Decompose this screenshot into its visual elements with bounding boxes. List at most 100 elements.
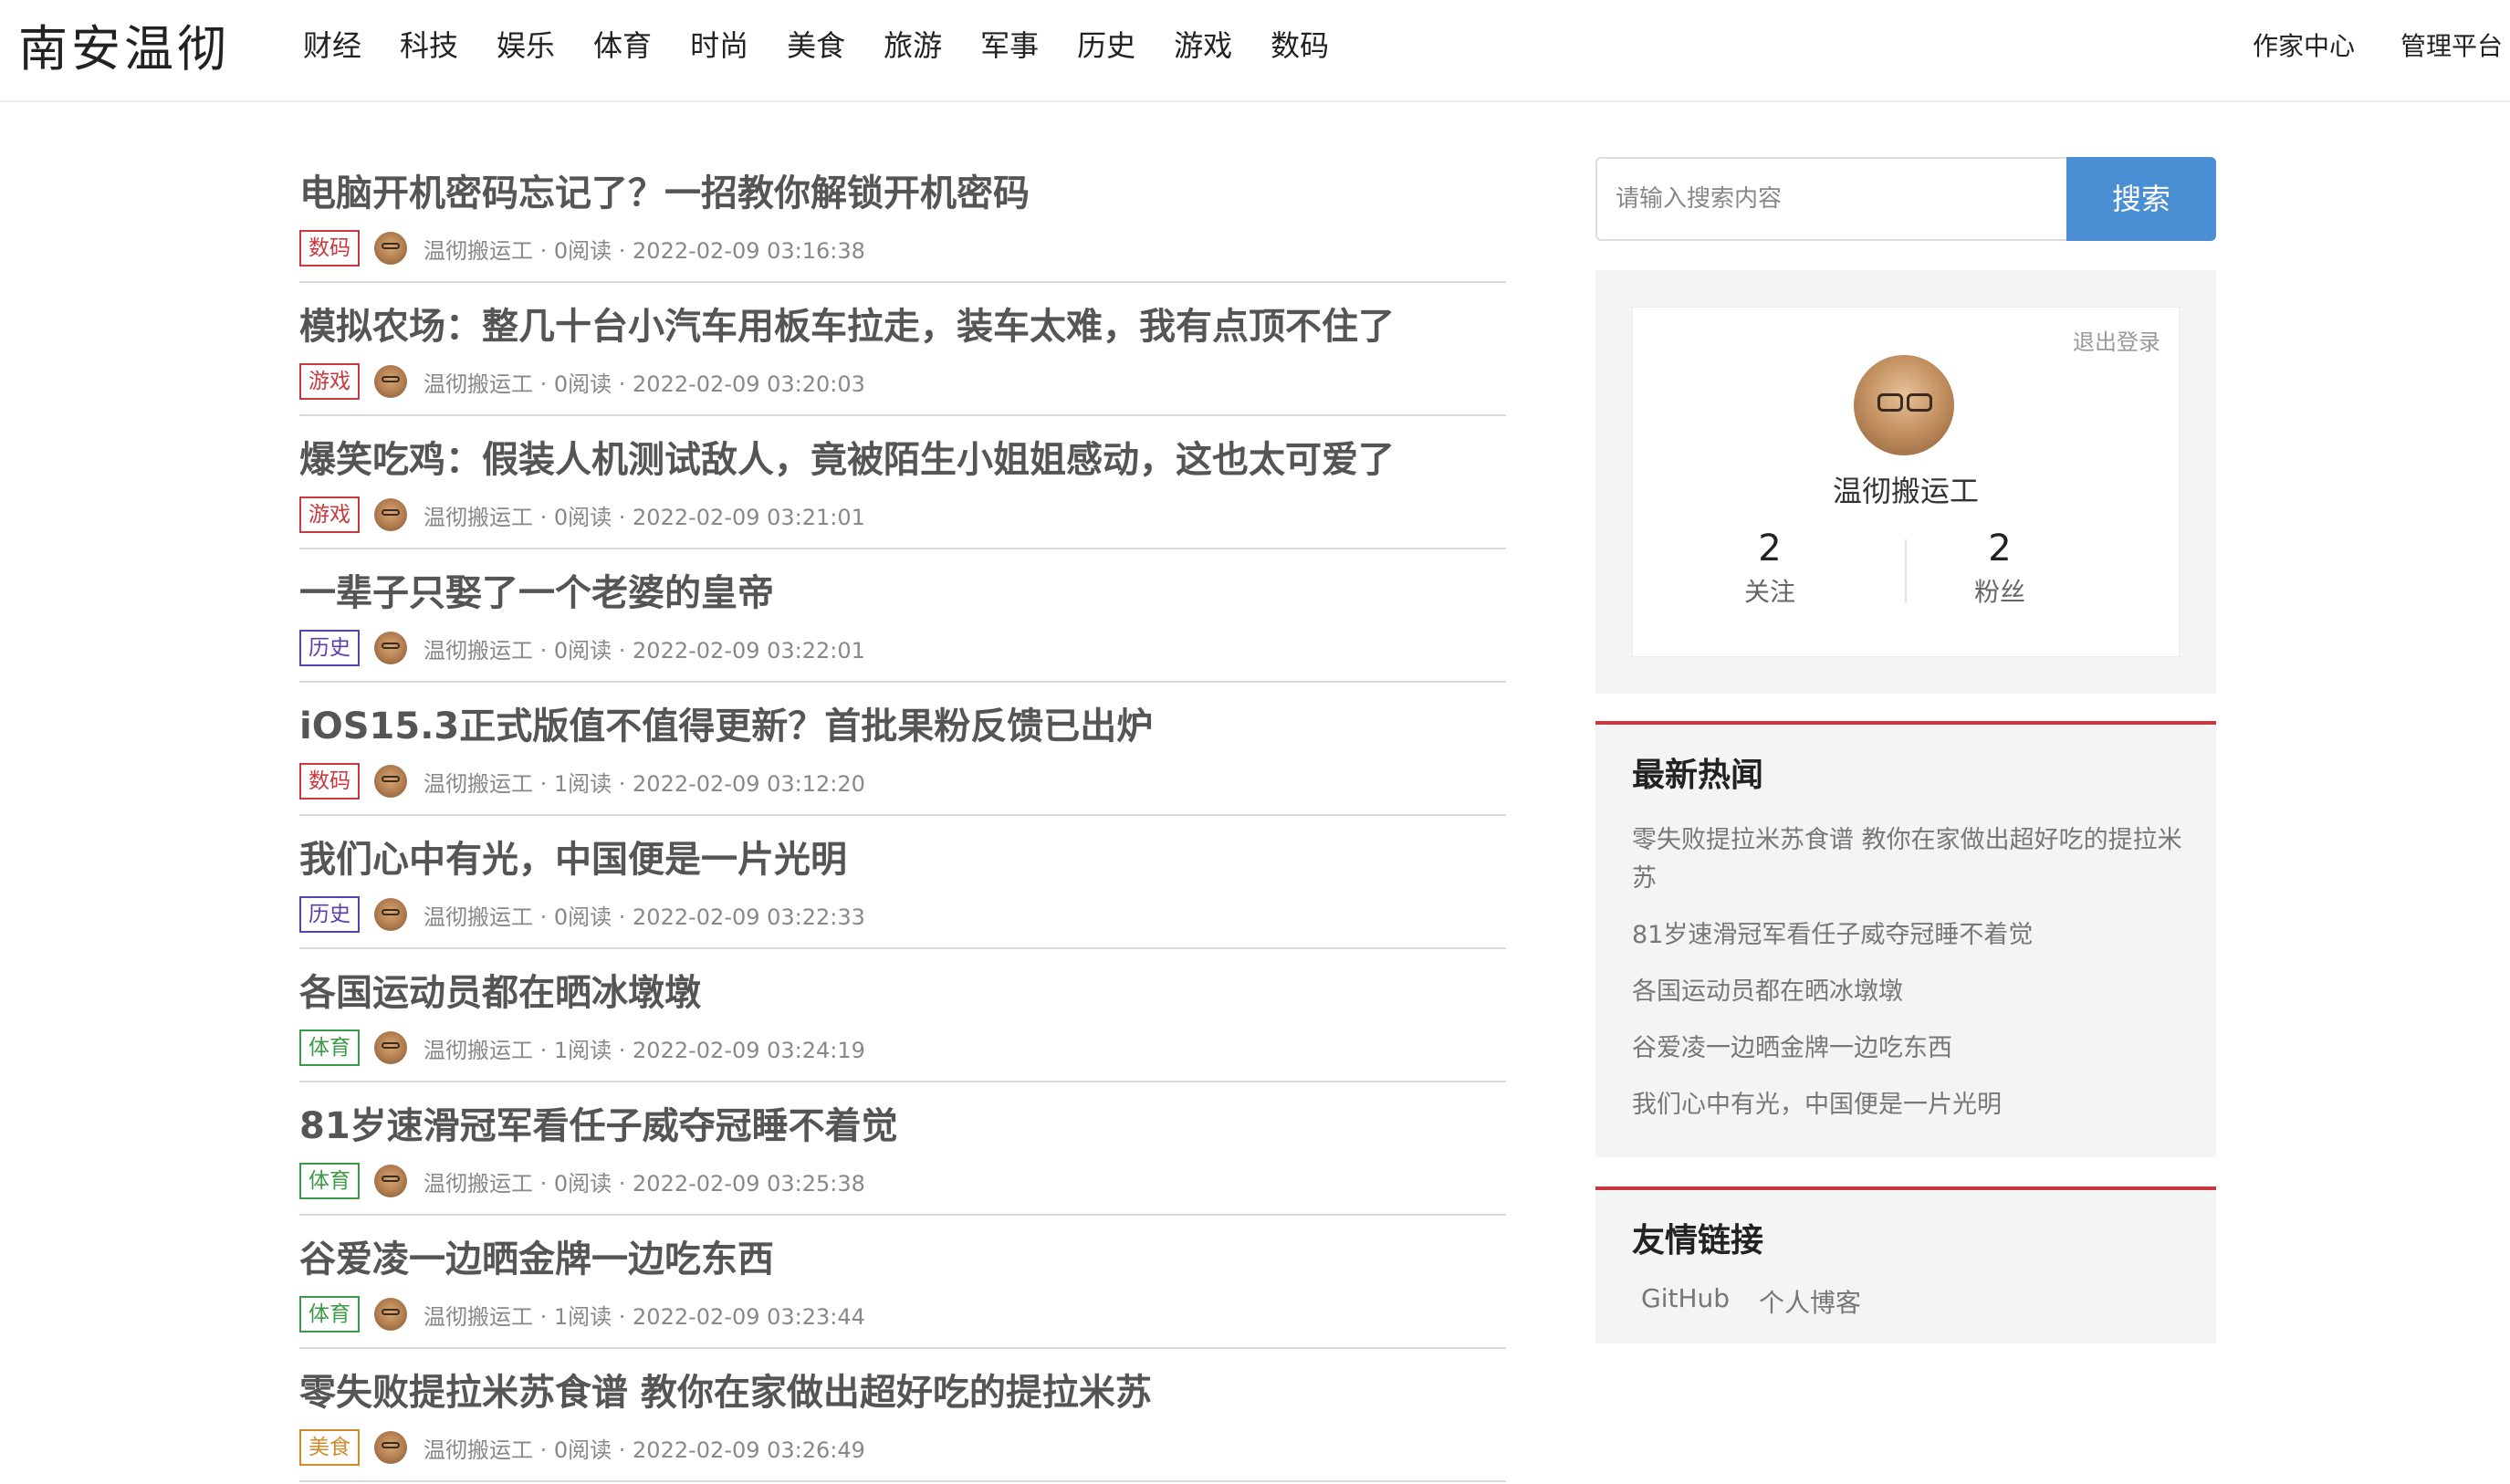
admin-platform-link[interactable]: 管理平台 — [2400, 24, 2503, 69]
article-meta: 体育 温彻搬运工 · 1阅读 · 2022-02-09 03:24:19 — [299, 1028, 865, 1068]
site-logo[interactable]: 南安温彻 — [18, 13, 230, 86]
hot-news-item[interactable]: 我们心中有光，中国便是一片光明 — [1632, 1086, 2189, 1124]
article-item[interactable]: 谷爱凌一边晒金牌一边吃东西体育 温彻搬运工 · 1阅读 · 2022-02-09 … — [299, 1218, 1506, 1349]
nav-item-travel[interactable]: 旅游 — [884, 20, 942, 71]
fans-stat[interactable]: 2 粉丝 — [1918, 523, 2082, 611]
profile-stats: 2 关注 2 粉丝 — [1633, 523, 2179, 614]
article-title[interactable]: 模拟农场：整几十台小汽车用板车拉走，装车太难，我有点顶不住了 — [299, 303, 1395, 350]
nav-item-military[interactable]: 军事 — [980, 20, 1039, 71]
author-avatar — [374, 365, 407, 398]
category-tag[interactable]: 体育 — [299, 1296, 360, 1332]
nav-item-food[interactable]: 美食 — [787, 20, 845, 71]
category-tag[interactable]: 游戏 — [299, 363, 360, 400]
hot-news-item[interactable]: 零失败提拉米苏食谱 教你在家做出超好吃的提拉米苏 — [1632, 821, 2189, 898]
article-meta: 美食 温彻搬运工 · 0阅读 · 2022-02-09 03:26:49 — [299, 1427, 865, 1468]
nav-item-sports[interactable]: 体育 — [593, 20, 652, 71]
article-title[interactable]: iOS15.3正式版值不值得更新？首批果粉反馈已出炉 — [299, 703, 1153, 750]
article-item[interactable]: 一辈子只娶了一个老婆的皇帝历史 温彻搬运工 · 0阅读 · 2022-02-09 … — [299, 551, 1506, 683]
hot-news-title: 最新热闻 — [1632, 757, 1764, 794]
avatar-glasses-icon — [1907, 393, 1932, 412]
hot-news-item[interactable]: 各国运动员都在晒冰墩墩 — [1632, 973, 2189, 1011]
nav-item-tech[interactable]: 科技 — [400, 20, 458, 71]
friend-links: GitHub 个人博客 — [1641, 1283, 1890, 1320]
avatar[interactable] — [1854, 355, 1954, 455]
article-title[interactable]: 81岁速滑冠军看任子威夺冠睡不着觉 — [299, 1103, 898, 1150]
article-title[interactable]: 电脑开机密码忘记了？一招教你解锁开机密码 — [299, 170, 1030, 217]
author-avatar — [374, 898, 407, 931]
category-tag[interactable]: 美食 — [299, 1429, 360, 1466]
article-item[interactable]: 各国运动员都在晒冰墩墩体育 温彻搬运工 · 1阅读 · 2022-02-09 03… — [299, 951, 1506, 1082]
follow-label: 关注 — [1743, 577, 1795, 607]
fans-label: 粉丝 — [1973, 577, 2025, 607]
article-item[interactable]: iOS15.3正式版值不值得更新？首批果粉反馈已出炉数码 温彻搬运工 · 1阅读 … — [299, 685, 1506, 816]
hot-news-list: 零失败提拉米苏食谱 教你在家做出超好吃的提拉米苏 81岁速滑冠军看任子威夺冠睡不… — [1632, 821, 2189, 1143]
author-avatar — [374, 1298, 407, 1331]
category-tag[interactable]: 数码 — [299, 763, 360, 799]
hot-news-item[interactable]: 谷爱凌一边晒金牌一边吃东西 — [1632, 1029, 2189, 1068]
author-avatar — [374, 765, 407, 798]
friend-links-panel: 友情链接 GitHub 个人博客 — [1595, 1186, 2216, 1343]
article-title[interactable]: 各国运动员都在晒冰墩墩 — [299, 969, 701, 1017]
article-title[interactable]: 爆笑吃鸡：假装人机测试敌人，竟被陌生小姐姐感动，这也太可爱了 — [299, 436, 1395, 484]
article-meta: 体育 温彻搬运工 · 1阅读 · 2022-02-09 03:23:44 — [299, 1294, 865, 1334]
profile-card: 退出登录 温彻搬运工 2 关注 2 粉丝 — [1632, 307, 2180, 657]
category-tag[interactable]: 游戏 — [299, 496, 360, 533]
article-meta: 游戏 温彻搬运工 · 0阅读 · 2022-02-09 03:20:03 — [299, 361, 865, 402]
article-item[interactable]: 零失败提拉米苏食谱 教你在家做出超好吃的提拉米苏美食 温彻搬运工 · 0阅读 · … — [299, 1351, 1506, 1482]
article-item[interactable]: 模拟农场：整几十台小汽车用板车拉走，装车太难，我有点顶不住了游戏 温彻搬运工 · … — [299, 285, 1506, 416]
author-avatar — [374, 1431, 407, 1464]
article-meta: 历史 温彻搬运工 · 0阅读 · 2022-02-09 03:22:01 — [299, 628, 865, 668]
follow-stat[interactable]: 2 关注 — [1688, 523, 1852, 611]
follow-count: 2 — [1758, 528, 1782, 570]
article-meta-text: 温彻搬运工 · 0阅读 · 2022-02-09 03:22:01 — [424, 637, 865, 664]
article-item[interactable]: 我们心中有光，中国便是一片光明历史 温彻搬运工 · 0阅读 · 2022-02-0… — [299, 818, 1506, 949]
user-nav: 作家中心 管理平台 — [2207, 24, 2503, 69]
github-link[interactable]: GitHub — [1641, 1283, 1730, 1320]
article-meta-text: 温彻搬运工 · 0阅读 · 2022-02-09 03:22:33 — [424, 904, 865, 930]
article-item[interactable]: 81岁速滑冠军看任子威夺冠睡不着觉体育 温彻搬运工 · 0阅读 · 2022-02… — [299, 1084, 1506, 1216]
article-meta: 游戏 温彻搬运工 · 0阅读 · 2022-02-09 03:21:01 — [299, 495, 865, 535]
blog-link[interactable]: 个人博客 — [1759, 1283, 1861, 1320]
fans-count: 2 — [1988, 528, 2012, 570]
nav-item-finance[interactable]: 财经 — [303, 20, 361, 71]
search-bar: 搜索 — [1595, 157, 2216, 241]
search-button[interactable]: 搜索 — [2066, 157, 2216, 241]
category-tag[interactable]: 体育 — [299, 1029, 360, 1066]
writer-center-link[interactable]: 作家中心 — [2253, 24, 2355, 69]
article-meta-text: 温彻搬运工 · 0阅读 · 2022-02-09 03:25:38 — [424, 1170, 865, 1197]
article-list: 电脑开机密码忘记了？一招教你解锁开机密码 数码 温彻搬运工 · 0阅读 · 2022… — [299, 152, 1506, 1484]
stat-divider — [1905, 539, 1907, 603]
nav-item-fashion[interactable]: 时尚 — [690, 20, 748, 71]
article-meta-text: 温彻搬运工 · 1阅读 · 2022-02-09 03:12:20 — [424, 770, 865, 797]
hot-news-panel: 最新热闻 零失败提拉米苏食谱 教你在家做出超好吃的提拉米苏 81岁速滑冠军看任子… — [1595, 721, 2216, 1157]
author-avatar — [374, 632, 407, 664]
nav-item-games[interactable]: 游戏 — [1174, 20, 1232, 71]
avatar-glasses-icon — [1877, 393, 1903, 412]
article-meta: 数码 温彻搬运工 · 1阅读 · 2022-02-09 03:12:20 — [299, 761, 865, 801]
article-meta-text: 温彻搬运工 · 1阅读 · 2022-02-09 03:23:44 — [424, 1303, 865, 1330]
search-input[interactable] — [1595, 157, 2070, 241]
article-title[interactable]: 我们心中有光，中国便是一片光明 — [299, 836, 847, 883]
nav-item-entertainment[interactable]: 娱乐 — [497, 20, 555, 71]
author-avatar — [374, 1165, 407, 1197]
article-item[interactable]: 电脑开机密码忘记了？一招教你解锁开机密码 数码 温彻搬运工 · 0阅读 · 2022… — [299, 152, 1506, 283]
nav-item-history[interactable]: 历史 — [1077, 20, 1135, 71]
article-meta: 历史 温彻搬运工 · 0阅读 · 2022-02-09 03:22:33 — [299, 894, 865, 935]
article-meta-text: 温彻搬运工 · 1阅读 · 2022-02-09 03:24:19 — [424, 1037, 865, 1063]
article-title[interactable]: 谷爱凌一边晒金牌一边吃东西 — [299, 1236, 774, 1283]
article-item[interactable]: 爆笑吃鸡：假装人机测试敌人，竟被陌生小姐姐感动，这也太可爱了游戏 温彻搬运工 · … — [299, 418, 1506, 549]
category-tag[interactable]: 历史 — [299, 896, 360, 933]
article-meta-text: 温彻搬运工 · 0阅读 · 2022-02-09 03:26:49 — [424, 1437, 865, 1463]
hot-news-item[interactable]: 81岁速滑冠军看任子威夺冠睡不着觉 — [1632, 916, 2189, 955]
category-tag[interactable]: 体育 — [299, 1163, 360, 1199]
nav-item-digital[interactable]: 数码 — [1271, 20, 1329, 71]
top-navbar: 南安温彻 财经 科技 娱乐 体育 时尚 美食 旅游 军事 历史 游戏 数码 作家… — [0, 0, 2510, 102]
article-title[interactable]: 一辈子只娶了一个老婆的皇帝 — [299, 570, 774, 617]
logout-link[interactable]: 退出登录 — [2073, 324, 2160, 356]
article-title[interactable]: 零失败提拉米苏食谱 教你在家做出超好吃的提拉米苏 — [299, 1369, 1152, 1416]
category-tag[interactable]: 历史 — [299, 630, 360, 666]
article-meta-text: 温彻搬运工 · 0阅读 · 2022-02-09 03:21:01 — [424, 504, 865, 530]
username: 温彻搬运工 — [1832, 474, 1979, 508]
category-nav: 财经 科技 娱乐 体育 时尚 美食 旅游 军事 历史 游戏 数码 — [303, 20, 1367, 71]
category-tag[interactable]: 数码 — [299, 230, 360, 266]
